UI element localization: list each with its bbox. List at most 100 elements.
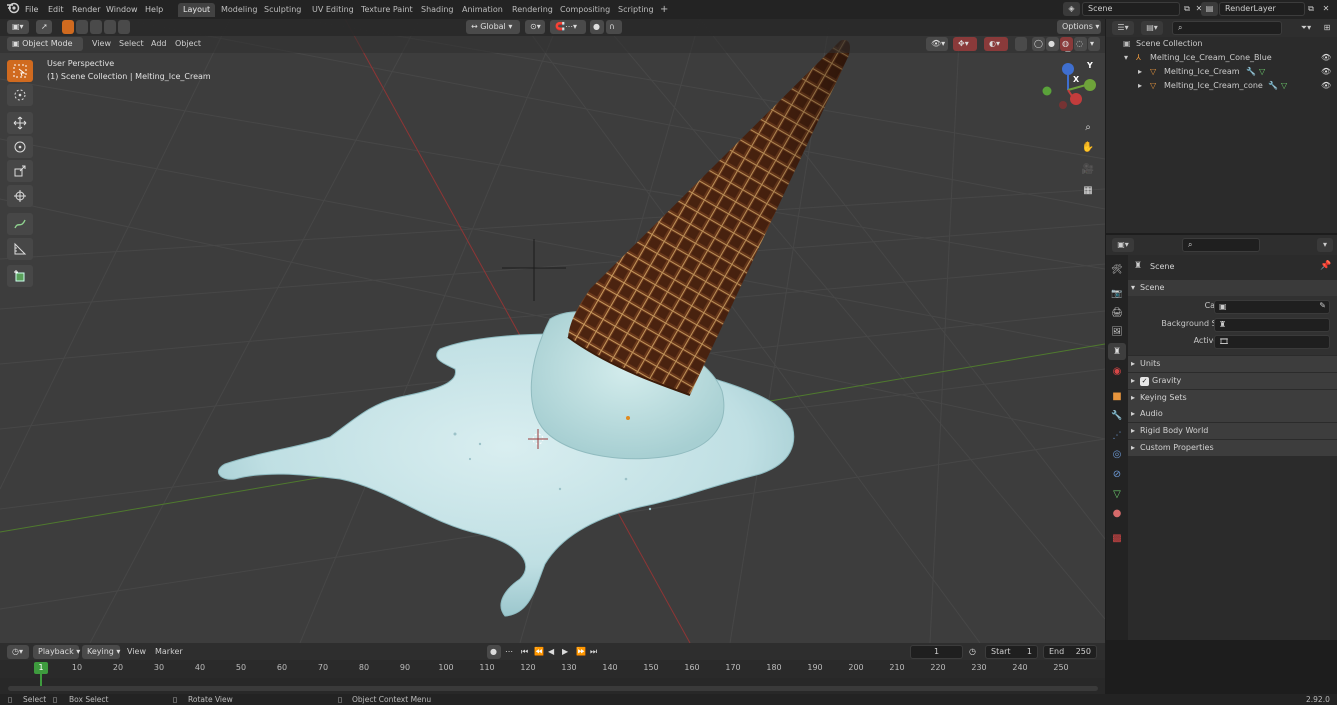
transform-orientation-dropdown[interactable]: ↔ Global ▾ <box>466 20 520 34</box>
visibility-eye-icon[interactable]: 👁 <box>1321 51 1331 65</box>
outliner-search-input[interactable]: ⌕ <box>1172 21 1282 35</box>
tab-sculpting[interactable]: Sculpting <box>259 3 306 17</box>
pin-icon[interactable]: 📌 <box>1320 261 1331 271</box>
layer-copy-icon[interactable]: ⧉ <box>1305 2 1317 16</box>
viewport-menu-view[interactable]: View <box>92 37 111 51</box>
preview-range-icon[interactable]: ◷ <box>966 645 980 659</box>
jump-keyframe-back-icon[interactable]: ⏪ <box>532 645 544 659</box>
new-collection-icon[interactable]: ⊞ <box>1320 21 1334 35</box>
scene-selector-icon[interactable]: ◈ <box>1063 2 1080 16</box>
wireframe-shading-icon[interactable]: ◯ <box>1032 37 1045 51</box>
play-icon[interactable]: ▶ <box>560 645 572 659</box>
viewport-menu-select[interactable]: Select <box>119 37 144 51</box>
tab-world-icon[interactable]: ◉ <box>1108 363 1126 380</box>
tab-scripting[interactable]: Scripting <box>613 3 659 17</box>
visibility-eye-icon[interactable]: 👁 <box>1321 65 1331 79</box>
menu-render[interactable]: Render <box>72 2 100 17</box>
3d-viewport[interactable]: Z Y X ⌕ ✋ 🎥 ▦ User Perspective (1) Scene… <box>0 19 1105 643</box>
move-tool-icon[interactable] <box>7 112 33 134</box>
menu-file[interactable]: File <box>25 2 38 17</box>
properties-options-icon[interactable]: ▾ <box>1317 238 1333 252</box>
outliner-filter-icon[interactable]: ⏷▾ <box>1295 21 1317 35</box>
select-mode-intersect-icon[interactable] <box>118 20 130 34</box>
outliner-display-mode-icon[interactable]: ▤▾ <box>1141 21 1163 35</box>
visibility-dropdown-icon[interactable]: 👁▾ <box>926 37 948 51</box>
tab-modeling[interactable]: Modeling <box>216 3 262 17</box>
select-box-tool-icon[interactable] <box>7 60 33 82</box>
custom-properties-panel-header[interactable]: ▸ Custom Properties <box>1128 440 1337 456</box>
end-frame-field[interactable]: End 250 <box>1043 645 1097 659</box>
tab-particles-icon[interactable]: ⋰ <box>1108 427 1126 444</box>
tab-physics-icon[interactable]: ◎ <box>1108 446 1126 463</box>
tab-modifiers-icon[interactable]: 🔧 <box>1108 407 1126 424</box>
gizmo-label-y[interactable]: Y <box>1087 61 1093 70</box>
select-mode-new-icon[interactable] <box>62 20 74 34</box>
eyedropper-icon[interactable]: ✎ <box>1319 301 1326 310</box>
transform-tool-icon[interactable] <box>7 185 33 207</box>
scene-panel-header[interactable]: ▾ Scene <box>1128 280 1337 296</box>
units-panel-header[interactable]: ▸ Units <box>1128 356 1337 372</box>
record-icon[interactable]: ● <box>487 645 501 659</box>
timeline-editor-type-icon[interactable]: ◷▾ <box>7 645 29 659</box>
tab-animation[interactable]: Animation <box>457 3 508 17</box>
expand-arrow-icon[interactable]: ▾ <box>1124 51 1128 65</box>
tab-tool-icon[interactable]: 🛠 <box>1108 261 1126 278</box>
jump-end-icon[interactable]: ⏭ <box>588 645 600 659</box>
playback-dropdown[interactable]: Playback ▾ <box>33 645 80 659</box>
pan-hand-icon[interactable]: ✋ <box>1079 138 1097 156</box>
select-mode-invert-icon[interactable] <box>104 20 116 34</box>
background-scene-field[interactable]: ♜ <box>1214 318 1330 332</box>
rotate-tool-icon[interactable] <box>7 136 33 158</box>
tab-shading[interactable]: Shading <box>416 3 459 17</box>
menu-edit[interactable]: Edit <box>48 2 64 17</box>
audio-panel-header[interactable]: ▸ Audio <box>1128 406 1337 422</box>
outliner-row-ice-cream-cone[interactable]: ▸ ▽ Melting_Ice_Cream_cone 🔧 ▽ 👁 <box>1106 79 1337 93</box>
keying-sets-panel-header[interactable]: ▸ Keying Sets <box>1128 390 1337 406</box>
add-cube-tool-icon[interactable] <box>7 265 33 287</box>
menu-help[interactable]: Help <box>145 2 163 17</box>
properties-editor-type-icon[interactable]: ▣▾ <box>1112 238 1134 252</box>
shading-options-icon[interactable]: ▾ <box>1088 37 1100 51</box>
tab-uv-editing[interactable]: UV Editing <box>307 3 359 17</box>
add-workspace-button[interactable]: + <box>655 3 673 17</box>
camera-view-icon[interactable]: 🎥 <box>1079 160 1097 178</box>
outliner-row-cone-blue[interactable]: ▾ ⅄ Melting_Ice_Cream_Cone_Blue 👁 <box>1106 51 1337 65</box>
start-frame-field[interactable]: Start 1 <box>985 645 1038 659</box>
menu-window[interactable]: Window <box>106 2 138 17</box>
timeline-scrollbar[interactable] <box>8 686 1098 691</box>
tab-view-layer-icon[interactable]: 🖼 <box>1108 323 1126 340</box>
object-mode-dropdown[interactable]: ▣ Object Mode <box>7 37 83 51</box>
tab-layout[interactable]: Layout <box>178 3 216 17</box>
rigid-body-world-panel-header[interactable]: ▸ Rigid Body World <box>1128 423 1337 439</box>
select-tool-icon[interactable]: ➚ <box>36 20 52 34</box>
visibility-eye-icon[interactable]: 👁 <box>1321 79 1331 93</box>
rendered-shading-icon[interactable]: ◌ <box>1074 37 1087 51</box>
timeline-menu-marker[interactable]: Marker <box>155 645 183 659</box>
scene-name-field[interactable]: Scene <box>1082 2 1180 16</box>
select-mode-extend-icon[interactable] <box>76 20 88 34</box>
outliner-row-ice-cream[interactable]: ▸ ▽ Melting_Ice_Cream 🔧 ▽ 👁 <box>1106 65 1337 79</box>
viewport-menu-add[interactable]: Add <box>151 37 167 51</box>
layer-delete-icon[interactable]: ✕ <box>1320 2 1332 16</box>
xray-toggle-icon[interactable] <box>1015 37 1027 51</box>
tab-material-icon[interactable]: ● <box>1108 505 1126 522</box>
tab-rendering[interactable]: Rendering <box>507 3 558 17</box>
expand-arrow-icon[interactable]: ▸ <box>1138 65 1142 79</box>
cursor-tool-icon[interactable] <box>7 84 33 106</box>
tab-output-icon[interactable]: 🖨 <box>1108 304 1126 321</box>
current-frame-field[interactable]: 1 <box>910 645 963 659</box>
tab-constraints-icon[interactable]: ⊘ <box>1108 466 1126 483</box>
annotate-tool-icon[interactable] <box>7 213 33 235</box>
expand-arrow-icon[interactable]: ▸ <box>1138 79 1142 93</box>
jump-start-icon[interactable]: ⏮ <box>519 645 531 659</box>
keying-dropdown[interactable]: Keying ▾ <box>82 645 120 659</box>
tab-compositing[interactable]: Compositing <box>555 3 615 17</box>
snap-icon[interactable]: 🧲⋯▾ <box>550 20 586 34</box>
layer-selector-icon[interactable]: ▤ <box>1201 2 1218 16</box>
properties-search-input[interactable]: ⌕ <box>1182 238 1260 252</box>
options-dropdown[interactable]: Options ▾ <box>1057 20 1101 34</box>
proportional-edit-icon[interactable]: ● <box>590 20 604 34</box>
measure-tool-icon[interactable] <box>7 238 33 260</box>
scale-tool-icon[interactable] <box>7 160 33 182</box>
falloff-icon[interactable]: ∩ <box>606 20 622 34</box>
